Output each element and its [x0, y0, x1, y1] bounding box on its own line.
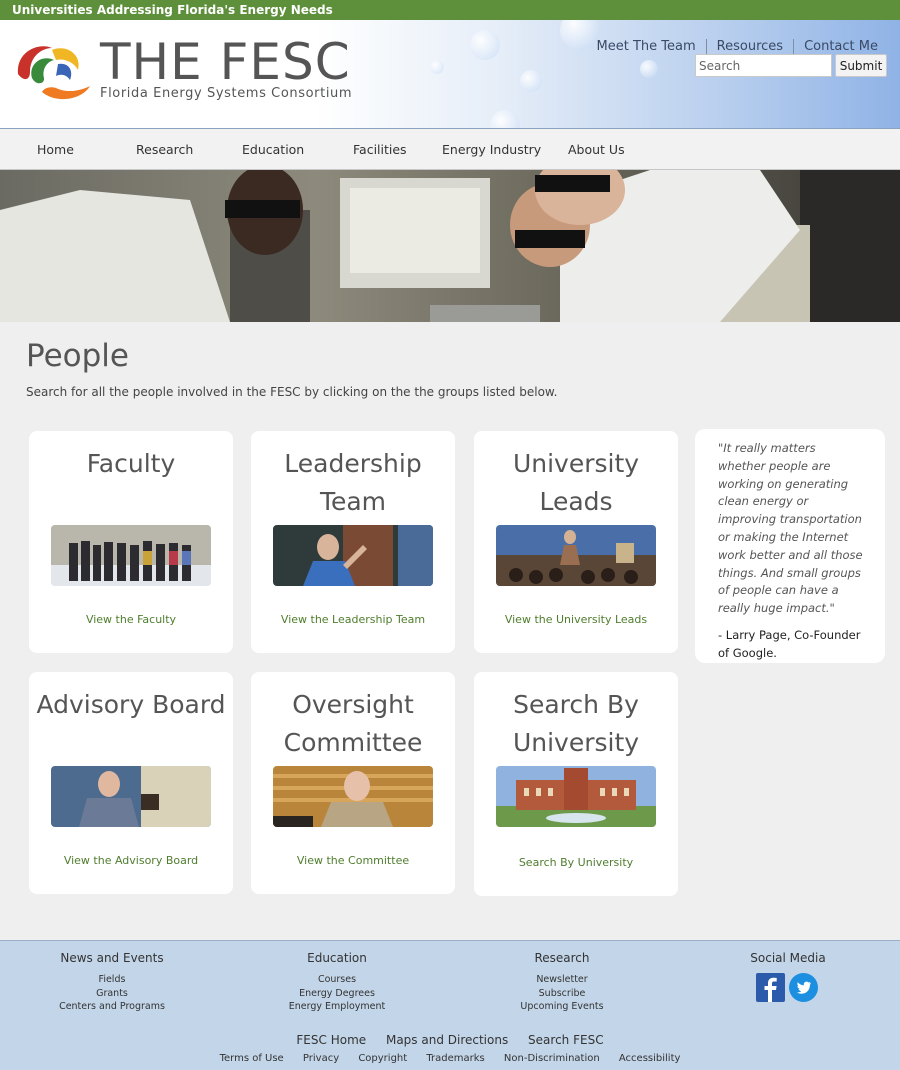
card-leadership-team[interactable]: Leadership Team View the Leadership Team — [251, 431, 455, 653]
logo-subtitle: Florida Energy Systems Consortium — [100, 86, 353, 101]
utility-link-contact-me[interactable]: Contact Me — [793, 39, 888, 55]
footer-link-energy-degrees[interactable]: Energy Degrees — [237, 987, 437, 1001]
card-university-leads[interactable]: University Leads View the University Lea… — [474, 431, 678, 653]
university-leads-photo — [496, 525, 656, 586]
footer-column-education: Education Courses Energy Degrees Energy … — [237, 951, 437, 1014]
card-faculty[interactable]: Faculty View the Faculty — [29, 431, 233, 653]
utility-link-meet-the-team[interactable]: Meet The Team — [587, 39, 706, 55]
fesc-logo-icon[interactable] — [12, 34, 94, 106]
card-title: Faculty — [86, 449, 176, 478]
footer-heading: Research — [534, 951, 590, 965]
utility-link-resources[interactable]: Resources — [705, 39, 793, 55]
facebook-icon[interactable] — [756, 973, 785, 1002]
search-by-university-link[interactable]: Search By University — [474, 856, 678, 869]
twitter-icon[interactable] — [789, 973, 818, 1002]
nav-item-about-us[interactable]: About Us — [568, 129, 625, 171]
footer-column-research: Research Newsletter Subscribe Upcoming E… — [462, 951, 662, 1014]
legal-link-non-discrimination[interactable]: Non-Discrimination — [504, 1053, 600, 1064]
quote-box: "It really matters whether people are wo… — [695, 429, 885, 663]
footer-link-newsletter[interactable]: Newsletter — [462, 973, 662, 987]
intro-text: Search for all the people involved in th… — [26, 385, 558, 399]
logo-title[interactable]: THE FESC — [100, 34, 351, 90]
view-committee-link[interactable]: View the Committee — [251, 854, 455, 867]
footer-link-energy-employment[interactable]: Energy Employment — [237, 1000, 437, 1014]
card-title: University Leads — [512, 449, 640, 516]
view-leadership-team-link[interactable]: View the Leadership Team — [251, 613, 455, 626]
footer-link-fesc-home[interactable]: FESC Home — [296, 1033, 366, 1047]
card-search-by-university[interactable]: Search By University Search By Universit… — [474, 672, 678, 896]
view-faculty-link[interactable]: View the Faculty — [29, 613, 233, 626]
search-input[interactable] — [695, 54, 832, 77]
utility-nav: Meet The Team Resources Contact Me — [587, 39, 888, 55]
legal-link-copyright[interactable]: Copyright — [358, 1053, 407, 1064]
footer-link-fields[interactable]: Fields — [12, 973, 212, 987]
bubble-decoration — [520, 70, 542, 92]
legal-link-terms-of-use[interactable]: Terms of Use — [220, 1053, 284, 1064]
quote-author: - Larry Page, Co-Founder of Google. — [718, 627, 861, 660]
nav-item-home[interactable]: Home — [37, 129, 74, 171]
card-title: Advisory Board — [36, 690, 226, 719]
site-footer: News and Events Fields Grants Centers an… — [0, 940, 900, 1070]
footer-heading: Social Media — [750, 951, 826, 965]
bubble-decoration — [470, 30, 500, 60]
footer-heading: Education — [307, 951, 367, 965]
nav-item-education[interactable]: Education — [242, 129, 304, 171]
view-advisory-board-link[interactable]: View the Advisory Board — [29, 854, 233, 867]
faculty-photo — [51, 525, 211, 586]
hero-banner-image — [0, 170, 900, 322]
card-advisory-board[interactable]: Advisory Board View the Advisory Board — [29, 672, 233, 894]
page-title: People — [26, 338, 129, 374]
footer-link-subscribe[interactable]: Subscribe — [462, 987, 662, 1001]
view-university-leads-link[interactable]: View the University Leads — [474, 613, 678, 626]
advisory-board-photo — [51, 766, 211, 827]
footer-link-maps-and-directions[interactable]: Maps and Directions — [386, 1033, 508, 1047]
tagline: Universities Addressing Florida's Energy… — [12, 3, 333, 17]
leadership-team-photo — [273, 525, 433, 586]
quote-text: "It really matters whether people are wo… — [718, 441, 863, 616]
footer-main-links: FESC Home Maps and Directions Search FES… — [0, 1033, 900, 1047]
legal-link-trademarks[interactable]: Trademarks — [426, 1053, 484, 1064]
card-title: Oversight Committee — [283, 690, 423, 757]
legal-link-accessibility[interactable]: Accessibility — [619, 1053, 681, 1064]
footer-column-news-and-events: News and Events Fields Grants Centers an… — [12, 951, 212, 1014]
bubble-decoration — [640, 60, 658, 78]
social-icons — [756, 973, 818, 1002]
footer-link-courses[interactable]: Courses — [237, 973, 437, 987]
card-oversight-committee[interactable]: Oversight Committee View the Committee — [251, 672, 455, 894]
university-campus-photo — [496, 766, 656, 827]
card-title: Leadership Team — [284, 449, 422, 516]
top-tagline-bar: Universities Addressing Florida's Energy… — [0, 0, 900, 20]
footer-link-grants[interactable]: Grants — [12, 987, 212, 1001]
oversight-committee-photo — [273, 766, 433, 827]
card-title: Search By University — [512, 690, 640, 757]
footer-link-centers-and-programs[interactable]: Centers and Programs — [12, 1000, 212, 1014]
search-submit-button[interactable]: Submit — [835, 54, 887, 77]
main-nav: Home Research Education Facilities Energ… — [0, 128, 900, 170]
footer-legal-links: Terms of Use Privacy Copyright Trademark… — [0, 1053, 900, 1064]
footer-link-search-fesc[interactable]: Search FESC — [528, 1033, 604, 1047]
nav-item-energy-industry[interactable]: Energy Industry — [442, 129, 541, 171]
footer-link-upcoming-events[interactable]: Upcoming Events — [462, 1000, 662, 1014]
nav-item-facilities[interactable]: Facilities — [353, 129, 407, 171]
bubble-decoration — [490, 110, 520, 128]
nav-item-research[interactable]: Research — [136, 129, 193, 171]
bubble-decoration — [430, 60, 444, 74]
footer-heading: News and Events — [60, 951, 164, 965]
legal-link-privacy[interactable]: Privacy — [303, 1053, 339, 1064]
footer-column-social-media: Social Media — [688, 951, 888, 973]
